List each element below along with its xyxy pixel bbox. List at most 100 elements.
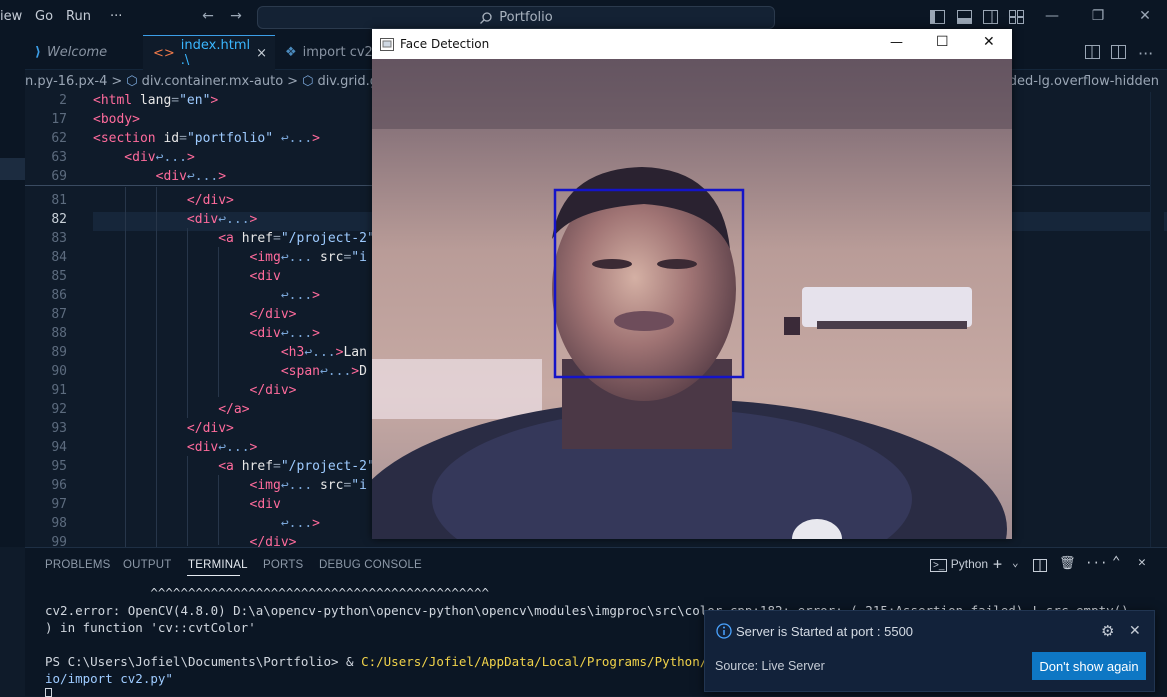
face-window-minimize-icon[interactable]: —: [890, 35, 903, 50]
split-terminal-icon[interactable]: [1033, 559, 1047, 572]
search-icon: [480, 11, 492, 24]
command-center[interactable]: Portfolio: [257, 6, 775, 29]
panel-tab-terminal[interactable]: TERMINAL: [188, 559, 248, 571]
line-number: 98: [51, 516, 67, 531]
toggle-secondary-sidebar-icon[interactable]: [983, 10, 998, 24]
vscode-icon: ⟩: [35, 45, 41, 60]
code-line: </a>: [93, 402, 250, 417]
active-tab-underline: [187, 575, 240, 576]
code-line: <section id="portfolio" ↩...>: [93, 131, 320, 146]
code-line: <html lang="en">: [93, 93, 219, 108]
code-line: </div>: [93, 193, 234, 208]
menu-more[interactable]: ···: [110, 9, 122, 24]
terminal-shell-selector[interactable]: >_ Python: [930, 557, 988, 572]
element-icon: ⬡: [126, 73, 138, 89]
code-line: <div: [93, 497, 281, 512]
html-icon: <>: [153, 45, 175, 61]
line-number: 62: [51, 131, 67, 146]
chevron-down-icon[interactable]: ⌄: [1012, 556, 1019, 569]
face-window-title: Face Detection: [400, 37, 490, 51]
code-line: <h3↩...>Lan: [93, 345, 367, 360]
new-terminal-icon[interactable]: +: [993, 555, 1002, 573]
line-number: 93: [51, 421, 67, 436]
line-number: 17: [51, 112, 67, 127]
terminal-prompt: PS C:\Users\Jofiel\Documents\Portfolio> …: [45, 654, 752, 669]
window-restore-icon[interactable]: ❐: [1090, 8, 1106, 24]
breadcrumb-item[interactable]: div.container.mx-auto: [142, 74, 284, 89]
webcam-frame: [372, 59, 1012, 539]
close-icon[interactable]: ×: [256, 46, 267, 61]
code-line: <div↩...>: [93, 440, 258, 455]
forward-arrow-icon[interactable]: →: [228, 8, 244, 24]
element-icon: ⬡: [302, 73, 314, 89]
close-icon[interactable]: ✕: [1129, 622, 1141, 639]
line-number: 91: [51, 383, 67, 398]
close-panel-icon[interactable]: ✕: [1138, 555, 1146, 570]
line-number: 69: [51, 169, 67, 184]
editor-scrollbar[interactable]: [1150, 92, 1164, 547]
panel-tab-output[interactable]: OUTPUT: [123, 559, 171, 571]
breadcrumb-item[interactable]: unded-lg.overflow-hidden: [992, 74, 1159, 89]
code-line: <a href="/project-2": [93, 459, 375, 474]
webcam-scene: [372, 59, 1012, 539]
menu-view[interactable]: iew: [0, 9, 22, 24]
face-window-close-icon[interactable]: ✕: [983, 34, 995, 50]
code-line: <div↩...>: [93, 169, 227, 184]
code-line: ↩...>: [93, 288, 320, 303]
panel-more-icon[interactable]: ···: [1085, 555, 1108, 570]
line-number: 89: [51, 345, 67, 360]
tab-welcome[interactable]: ⟩ Welcome: [25, 35, 143, 70]
tab-index-html[interactable]: <> index.html .\ ×: [143, 35, 275, 70]
menu-run[interactable]: Run: [66, 9, 91, 24]
menu-go[interactable]: Go: [35, 9, 53, 24]
code-line: <a href="/project-2": [93, 231, 375, 246]
back-arrow-icon[interactable]: ←: [200, 8, 216, 24]
notification-message: Server is Started at port : 5500: [736, 624, 914, 639]
window-minimize-icon[interactable]: —: [1044, 8, 1060, 24]
breadcrumb-item[interactable]: n.py-16.px-4: [25, 74, 107, 89]
face-detection-window[interactable]: Face Detection — ☐ ✕: [372, 29, 1012, 539]
panel-tab-ports[interactable]: PORTS: [263, 559, 303, 571]
window-close-icon[interactable]: ✕: [1137, 8, 1153, 24]
code-line: </div>: [93, 383, 297, 398]
code-line: <div: [93, 269, 281, 284]
panel-tab-debug-console[interactable]: DEBUG CONSOLE: [319, 559, 422, 571]
terminal-prompt-text: PS C:\Users\Jofiel\Documents\Portfolio> …: [45, 654, 362, 669]
face-window-maximize-icon[interactable]: ☐: [936, 34, 949, 50]
open-changes-icon[interactable]: [1085, 45, 1100, 59]
code-line: <body>: [93, 112, 140, 127]
code-line: <div↩...>: [93, 150, 195, 165]
line-number: 96: [51, 478, 67, 493]
tab-label: import cv2: [302, 45, 373, 60]
split-editor-icon[interactable]: [1111, 45, 1126, 59]
panel-tab-problems[interactable]: PROBLEMS: [45, 559, 111, 571]
line-number: 86: [51, 288, 67, 303]
terminal-python-path: C:/Users/Jofiel/AppData/Local/Programs/P…: [361, 654, 753, 669]
code-line: <div↩...>: [93, 326, 320, 341]
toggle-panel-icon[interactable]: [957, 10, 972, 24]
toggle-sidebar-icon[interactable]: [930, 10, 945, 24]
code-line: </div>: [93, 421, 234, 436]
line-number: 95: [51, 459, 67, 474]
line-number: 85: [51, 269, 67, 284]
code-line: </div>: [93, 307, 297, 322]
trash-icon[interactable]: 🗑: [1059, 556, 1076, 571]
line-number: 87: [51, 307, 67, 322]
line-number: 82: [51, 212, 67, 227]
customize-layout-icon[interactable]: [1009, 10, 1024, 24]
line-number: 83: [51, 231, 67, 246]
tab-label: Welcome: [46, 45, 108, 60]
maximize-panel-icon[interactable]: ⌃: [1112, 554, 1120, 570]
activity-bar: [0, 35, 25, 547]
dont-show-again-button[interactable]: Don't show again: [1032, 652, 1146, 680]
more-actions-icon[interactable]: ···: [1138, 44, 1153, 63]
terminal-line: io/import cv2.py": [45, 671, 173, 686]
line-number: 88: [51, 326, 67, 341]
line-number: 92: [51, 402, 67, 417]
line-number: 2: [59, 93, 67, 108]
code-line: <span↩...>D: [93, 364, 367, 379]
line-number: 81: [51, 193, 67, 208]
gear-icon[interactable]: ⚙: [1101, 622, 1114, 640]
line-number: 84: [51, 250, 67, 265]
face-window-titlebar[interactable]: Face Detection — ☐ ✕: [372, 29, 1012, 59]
